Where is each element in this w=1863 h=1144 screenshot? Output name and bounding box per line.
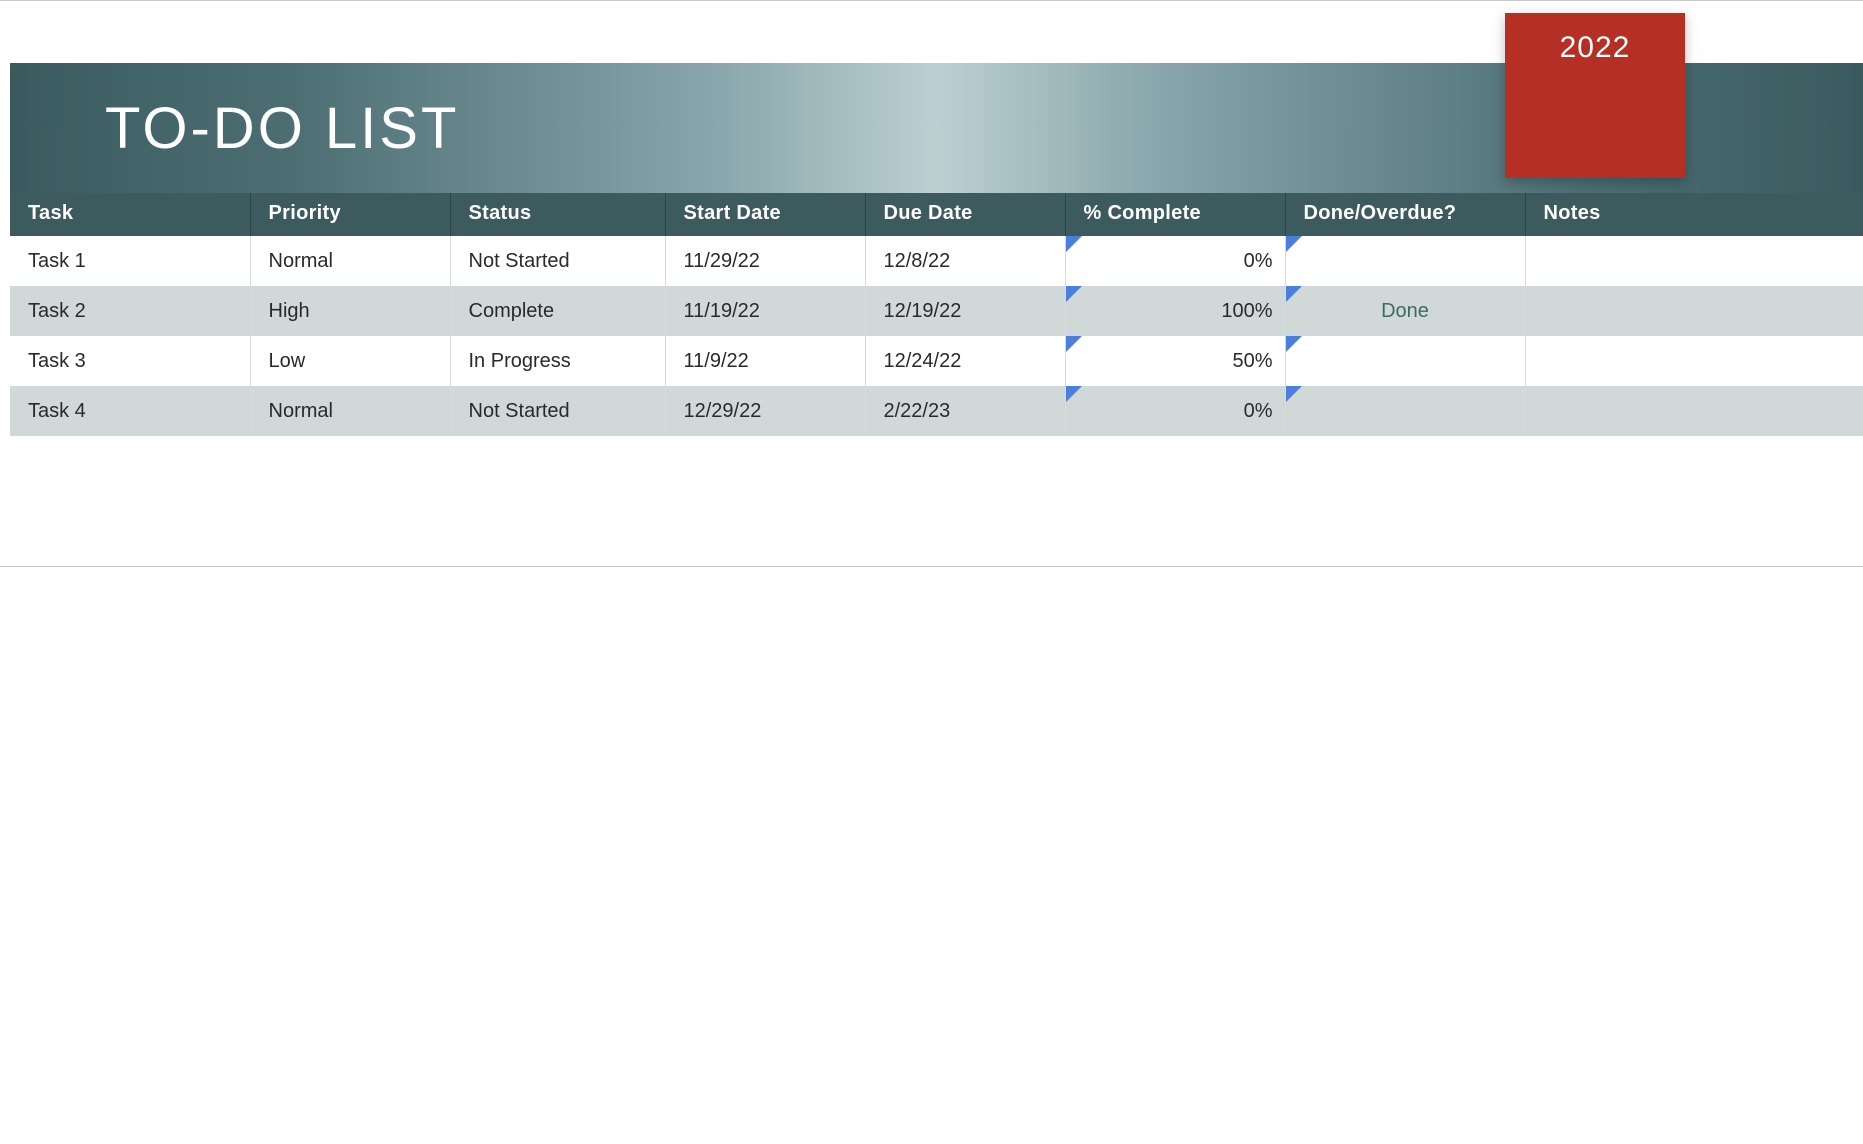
- col-header-due-date[interactable]: Due Date: [865, 191, 1065, 236]
- cell-task[interactable]: Task 2: [10, 286, 250, 336]
- table-header-row: Task Priority Status Start Date Due Date…: [10, 191, 1863, 236]
- year-tab: 2022: [1505, 13, 1685, 178]
- cell-notes[interactable]: [1525, 336, 1863, 386]
- page-container: TO-DO LIST 2022 Task Priority Status Sta…: [0, 0, 1863, 567]
- cell-done-overdue[interactable]: [1285, 336, 1525, 386]
- cell-pct-complete[interactable]: 50%: [1065, 336, 1285, 386]
- cell-priority[interactable]: Normal: [250, 236, 450, 286]
- cell-pct-complete[interactable]: 0%: [1065, 236, 1285, 286]
- cell-status[interactable]: Not Started: [450, 236, 665, 286]
- todo-table-container: Task Priority Status Start Date Due Date…: [10, 191, 1863, 436]
- col-header-status[interactable]: Status: [450, 191, 665, 236]
- table-row: Task 3 Low In Progress 11/9/22 12/24/22 …: [10, 336, 1863, 386]
- cell-status[interactable]: Not Started: [450, 386, 665, 436]
- col-header-pct-complete[interactable]: % Complete: [1065, 191, 1285, 236]
- cell-task[interactable]: Task 4: [10, 386, 250, 436]
- cell-due-date[interactable]: 12/24/22: [865, 336, 1065, 386]
- cell-priority[interactable]: Low: [250, 336, 450, 386]
- todo-table: Task Priority Status Start Date Due Date…: [10, 191, 1863, 436]
- cell-pct-complete[interactable]: 0%: [1065, 386, 1285, 436]
- cell-task[interactable]: Task 3: [10, 336, 250, 386]
- cell-start-date[interactable]: 11/9/22: [665, 336, 865, 386]
- page-title: TO-DO LIST: [105, 95, 459, 162]
- cell-task[interactable]: Task 1: [10, 236, 250, 286]
- cell-start-date[interactable]: 11/29/22: [665, 236, 865, 286]
- col-header-notes[interactable]: Notes: [1525, 191, 1863, 236]
- cell-notes[interactable]: [1525, 386, 1863, 436]
- col-header-start-date[interactable]: Start Date: [665, 191, 865, 236]
- cell-notes[interactable]: [1525, 286, 1863, 336]
- cell-notes[interactable]: [1525, 236, 1863, 286]
- banner-wrap: TO-DO LIST 2022: [0, 1, 1863, 191]
- col-header-task[interactable]: Task: [10, 191, 250, 236]
- table-row: Task 4 Normal Not Started 12/29/22 2/22/…: [10, 386, 1863, 436]
- cell-priority[interactable]: High: [250, 286, 450, 336]
- col-header-done-overdue[interactable]: Done/Overdue?: [1285, 191, 1525, 236]
- cell-done-overdue[interactable]: Done: [1285, 286, 1525, 336]
- table-row: Task 2 High Complete 11/19/22 12/19/22 1…: [10, 286, 1863, 336]
- cell-due-date[interactable]: 12/19/22: [865, 286, 1065, 336]
- cell-status[interactable]: Complete: [450, 286, 665, 336]
- cell-priority[interactable]: Normal: [250, 386, 450, 436]
- cell-status[interactable]: In Progress: [450, 336, 665, 386]
- cell-pct-complete[interactable]: 100%: [1065, 286, 1285, 336]
- cell-due-date[interactable]: 12/8/22: [865, 236, 1065, 286]
- cell-start-date[interactable]: 11/19/22: [665, 286, 865, 336]
- cell-due-date[interactable]: 2/22/23: [865, 386, 1065, 436]
- col-header-priority[interactable]: Priority: [250, 191, 450, 236]
- table-row: Task 1 Normal Not Started 11/29/22 12/8/…: [10, 236, 1863, 286]
- cell-done-overdue[interactable]: [1285, 236, 1525, 286]
- cell-done-overdue[interactable]: [1285, 386, 1525, 436]
- cell-start-date[interactable]: 12/29/22: [665, 386, 865, 436]
